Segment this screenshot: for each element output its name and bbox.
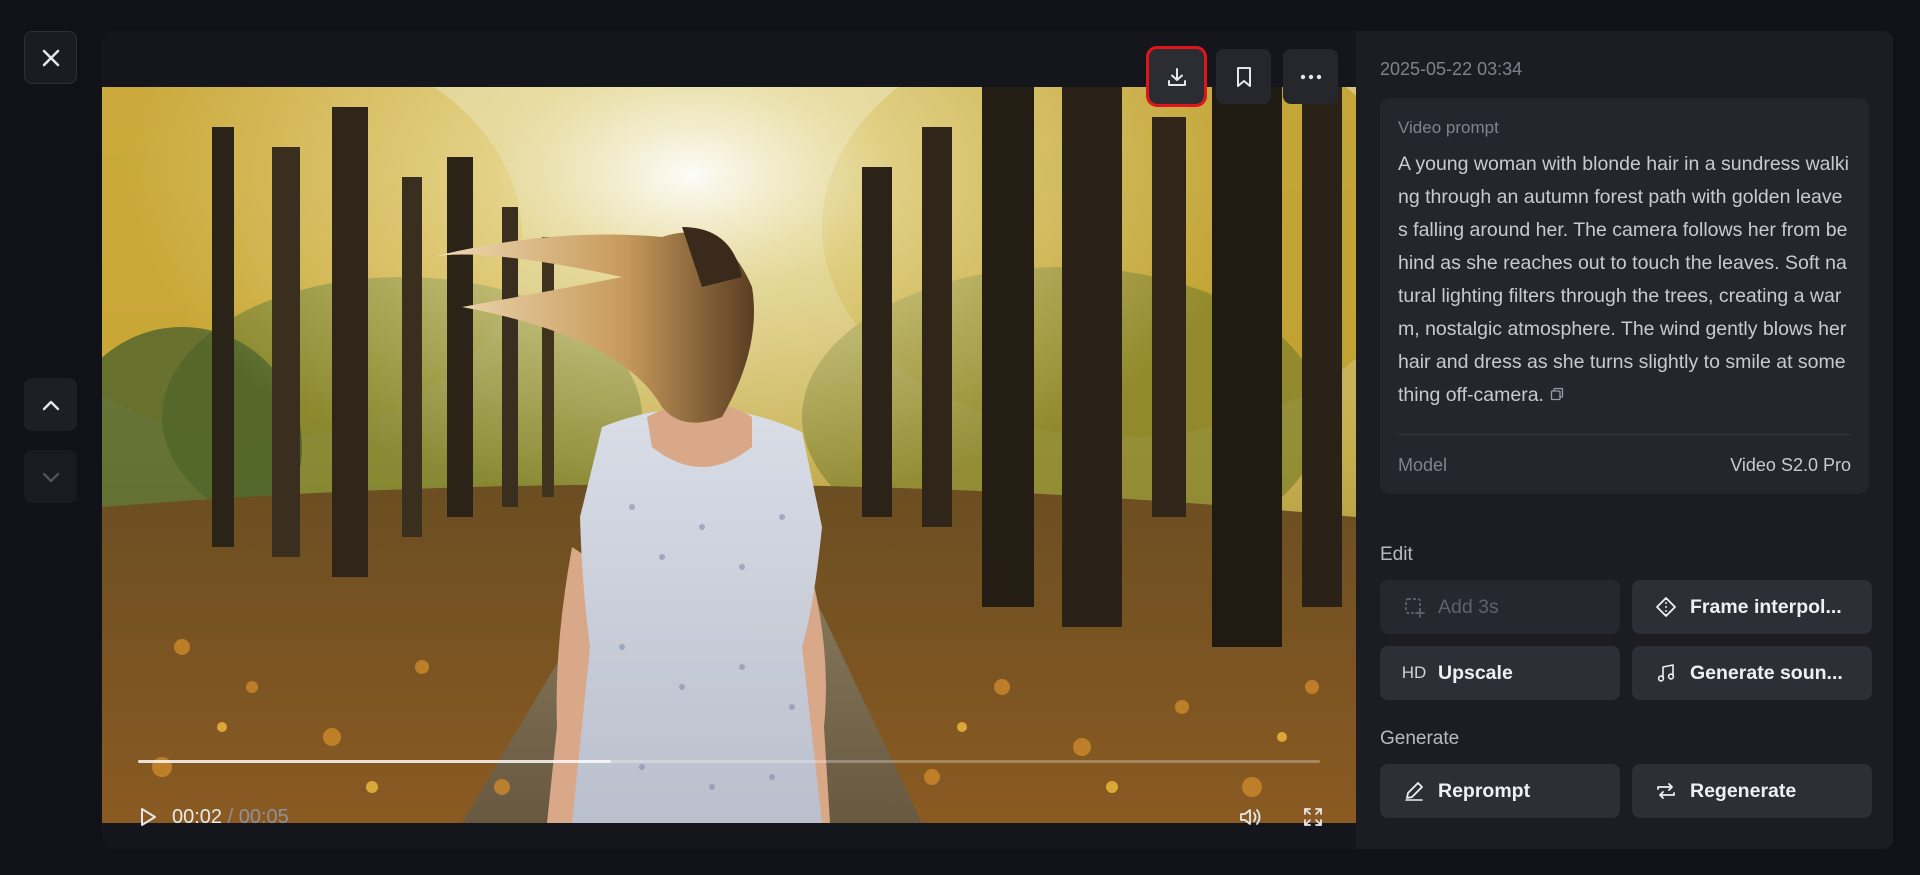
next-item-button[interactable]	[24, 450, 77, 503]
close-icon	[42, 49, 59, 66]
repeat-icon	[1654, 780, 1678, 802]
prompt-text: A young woman with blonde hair in a sund…	[1398, 148, 1851, 412]
reprompt-button[interactable]: Reprompt	[1380, 764, 1620, 819]
video-progress-bar[interactable]	[138, 760, 1320, 763]
play-button[interactable]	[138, 806, 158, 828]
frame-interpolation-label: Frame interpol...	[1690, 595, 1842, 618]
details-panel: 2025-05-22 03:34 Video prompt A young wo…	[1356, 31, 1893, 849]
current-time: 00:02	[172, 805, 223, 828]
chevron-down-icon	[42, 472, 59, 482]
close-button[interactable]	[24, 31, 77, 84]
frame-interpolation-icon	[1654, 596, 1678, 618]
bookmark-icon	[1236, 66, 1251, 87]
time-separator: /	[222, 805, 239, 828]
volume-button[interactable]	[1238, 806, 1262, 828]
video-controls: 00:02 / 00:05	[102, 785, 1356, 849]
bookmark-button[interactable]	[1216, 49, 1271, 104]
prompt-text-body: A young woman with blonde hair in a sund…	[1398, 153, 1849, 406]
video-frame[interactable]	[102, 87, 1356, 823]
video-still	[102, 87, 1356, 823]
fullscreen-button[interactable]	[1302, 806, 1324, 828]
generate-actions: Reprompt Regenerate	[1380, 764, 1872, 819]
download-button[interactable]	[1146, 46, 1207, 107]
music-note-icon	[1654, 663, 1678, 683]
model-label: Model	[1398, 455, 1448, 476]
video-progress-fill	[138, 760, 611, 763]
regenerate-button[interactable]: Regenerate	[1632, 764, 1872, 819]
play-icon	[141, 808, 156, 826]
add-frame-icon	[1402, 596, 1426, 619]
model-row: Model Video S2.0 Pro	[1398, 455, 1851, 476]
generate-section-title: Generate	[1380, 728, 1460, 750]
prompt-label: Video prompt	[1398, 118, 1499, 137]
upscale-button[interactable]: HD Upscale	[1380, 646, 1620, 701]
previous-item-button[interactable]	[24, 378, 77, 431]
prompt-card: Video prompt A young woman with blonde h…	[1380, 98, 1869, 495]
volume-icon	[1240, 809, 1261, 825]
generate-sound-button[interactable]: Generate soun...	[1632, 646, 1872, 701]
reprompt-label: Reprompt	[1438, 779, 1531, 802]
prompt-divider	[1398, 434, 1851, 436]
media-actions	[1146, 46, 1338, 107]
edit-actions: Add 3s Frame interpol... HD Upscale Gene…	[1380, 580, 1872, 701]
video-viewer: 00:02 / 00:05	[102, 31, 1356, 849]
fullscreen-icon	[1304, 808, 1322, 826]
add-3s-label: Add 3s	[1438, 595, 1499, 618]
duration: 00:05	[238, 805, 289, 828]
add-3s-button[interactable]: Add 3s	[1380, 580, 1620, 635]
playback-time: 00:02 / 00:05	[172, 806, 289, 829]
copy-icon[interactable]	[1550, 379, 1564, 412]
upscale-label: Upscale	[1438, 661, 1513, 684]
frame-interpolation-button[interactable]: Frame interpol...	[1632, 580, 1872, 635]
model-value: Video S2.0 Pro	[1730, 455, 1851, 476]
more-horizontal-icon	[1300, 74, 1321, 79]
regenerate-label: Regenerate	[1690, 779, 1797, 802]
edit-section-title: Edit	[1380, 544, 1413, 566]
generate-sound-label: Generate soun...	[1690, 661, 1843, 684]
chevron-up-icon	[42, 400, 59, 410]
hd-icon: HD	[1401, 663, 1427, 683]
more-button[interactable]	[1283, 49, 1338, 104]
pencil-icon	[1402, 780, 1426, 802]
download-icon	[1167, 67, 1186, 86]
created-date: 2025-05-22 03:34	[1380, 59, 1523, 79]
